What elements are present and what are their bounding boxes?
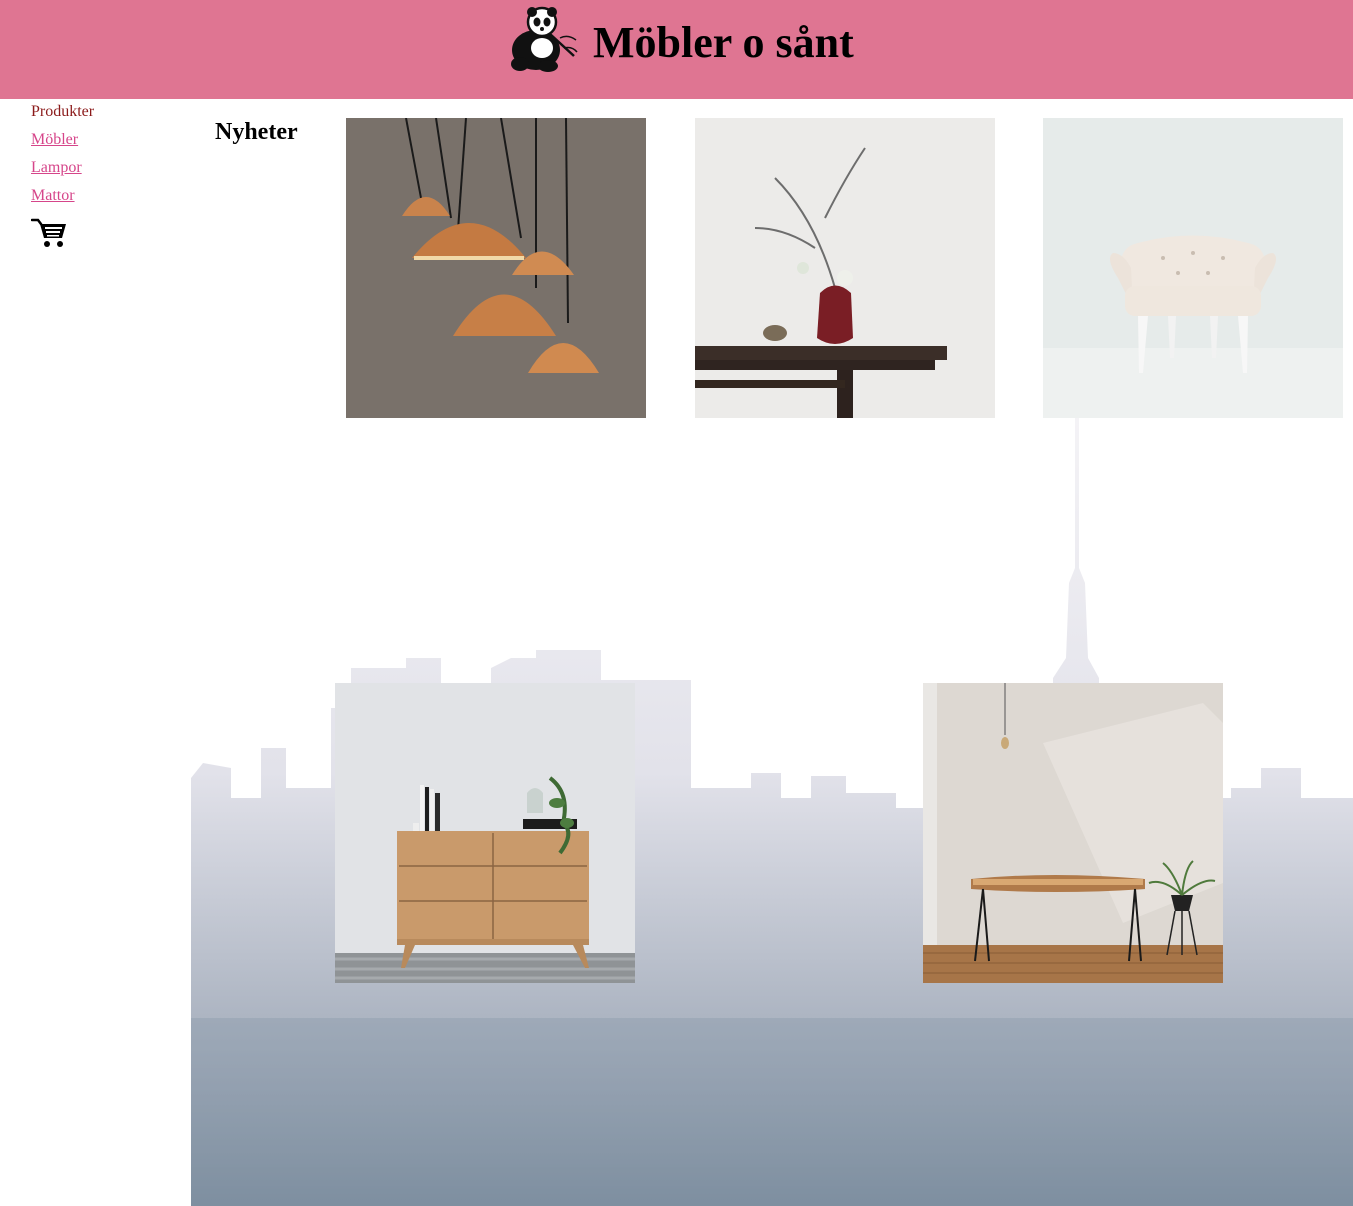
panda-logo-icon[interactable] <box>506 4 578 72</box>
site-header: Möbler o sånt <box>0 0 1353 99</box>
sidebar-nav: Produkter Möbler Lampor Mattor <box>31 102 181 206</box>
product-image-white-armchair <box>1043 118 1343 418</box>
site-title: Möbler o sånt <box>593 18 854 67</box>
nav-link-mattor[interactable]: Mattor <box>31 186 181 206</box>
product-image-vase-bench <box>695 118 995 418</box>
product-card-copper-lamps[interactable] <box>346 118 646 418</box>
product-card-white-armchair[interactable] <box>1043 118 1343 418</box>
product-card-oak-dresser[interactable] <box>335 683 635 983</box>
nav-link-lampor[interactable]: Lampor <box>31 158 181 178</box>
shopping-cart-icon[interactable] <box>31 218 67 248</box>
product-image-oak-dresser <box>335 683 635 983</box>
product-image-live-edge-table <box>923 683 1223 983</box>
product-card-vase-bench[interactable] <box>695 118 995 418</box>
nav-link-mobler[interactable]: Möbler <box>31 130 181 150</box>
section-title-nyheter: Nyheter <box>215 119 298 145</box>
nav-heading-produkter: Produkter <box>31 103 95 120</box>
product-image-copper-lamps <box>346 118 646 418</box>
product-card-live-edge-table[interactable] <box>923 683 1223 983</box>
